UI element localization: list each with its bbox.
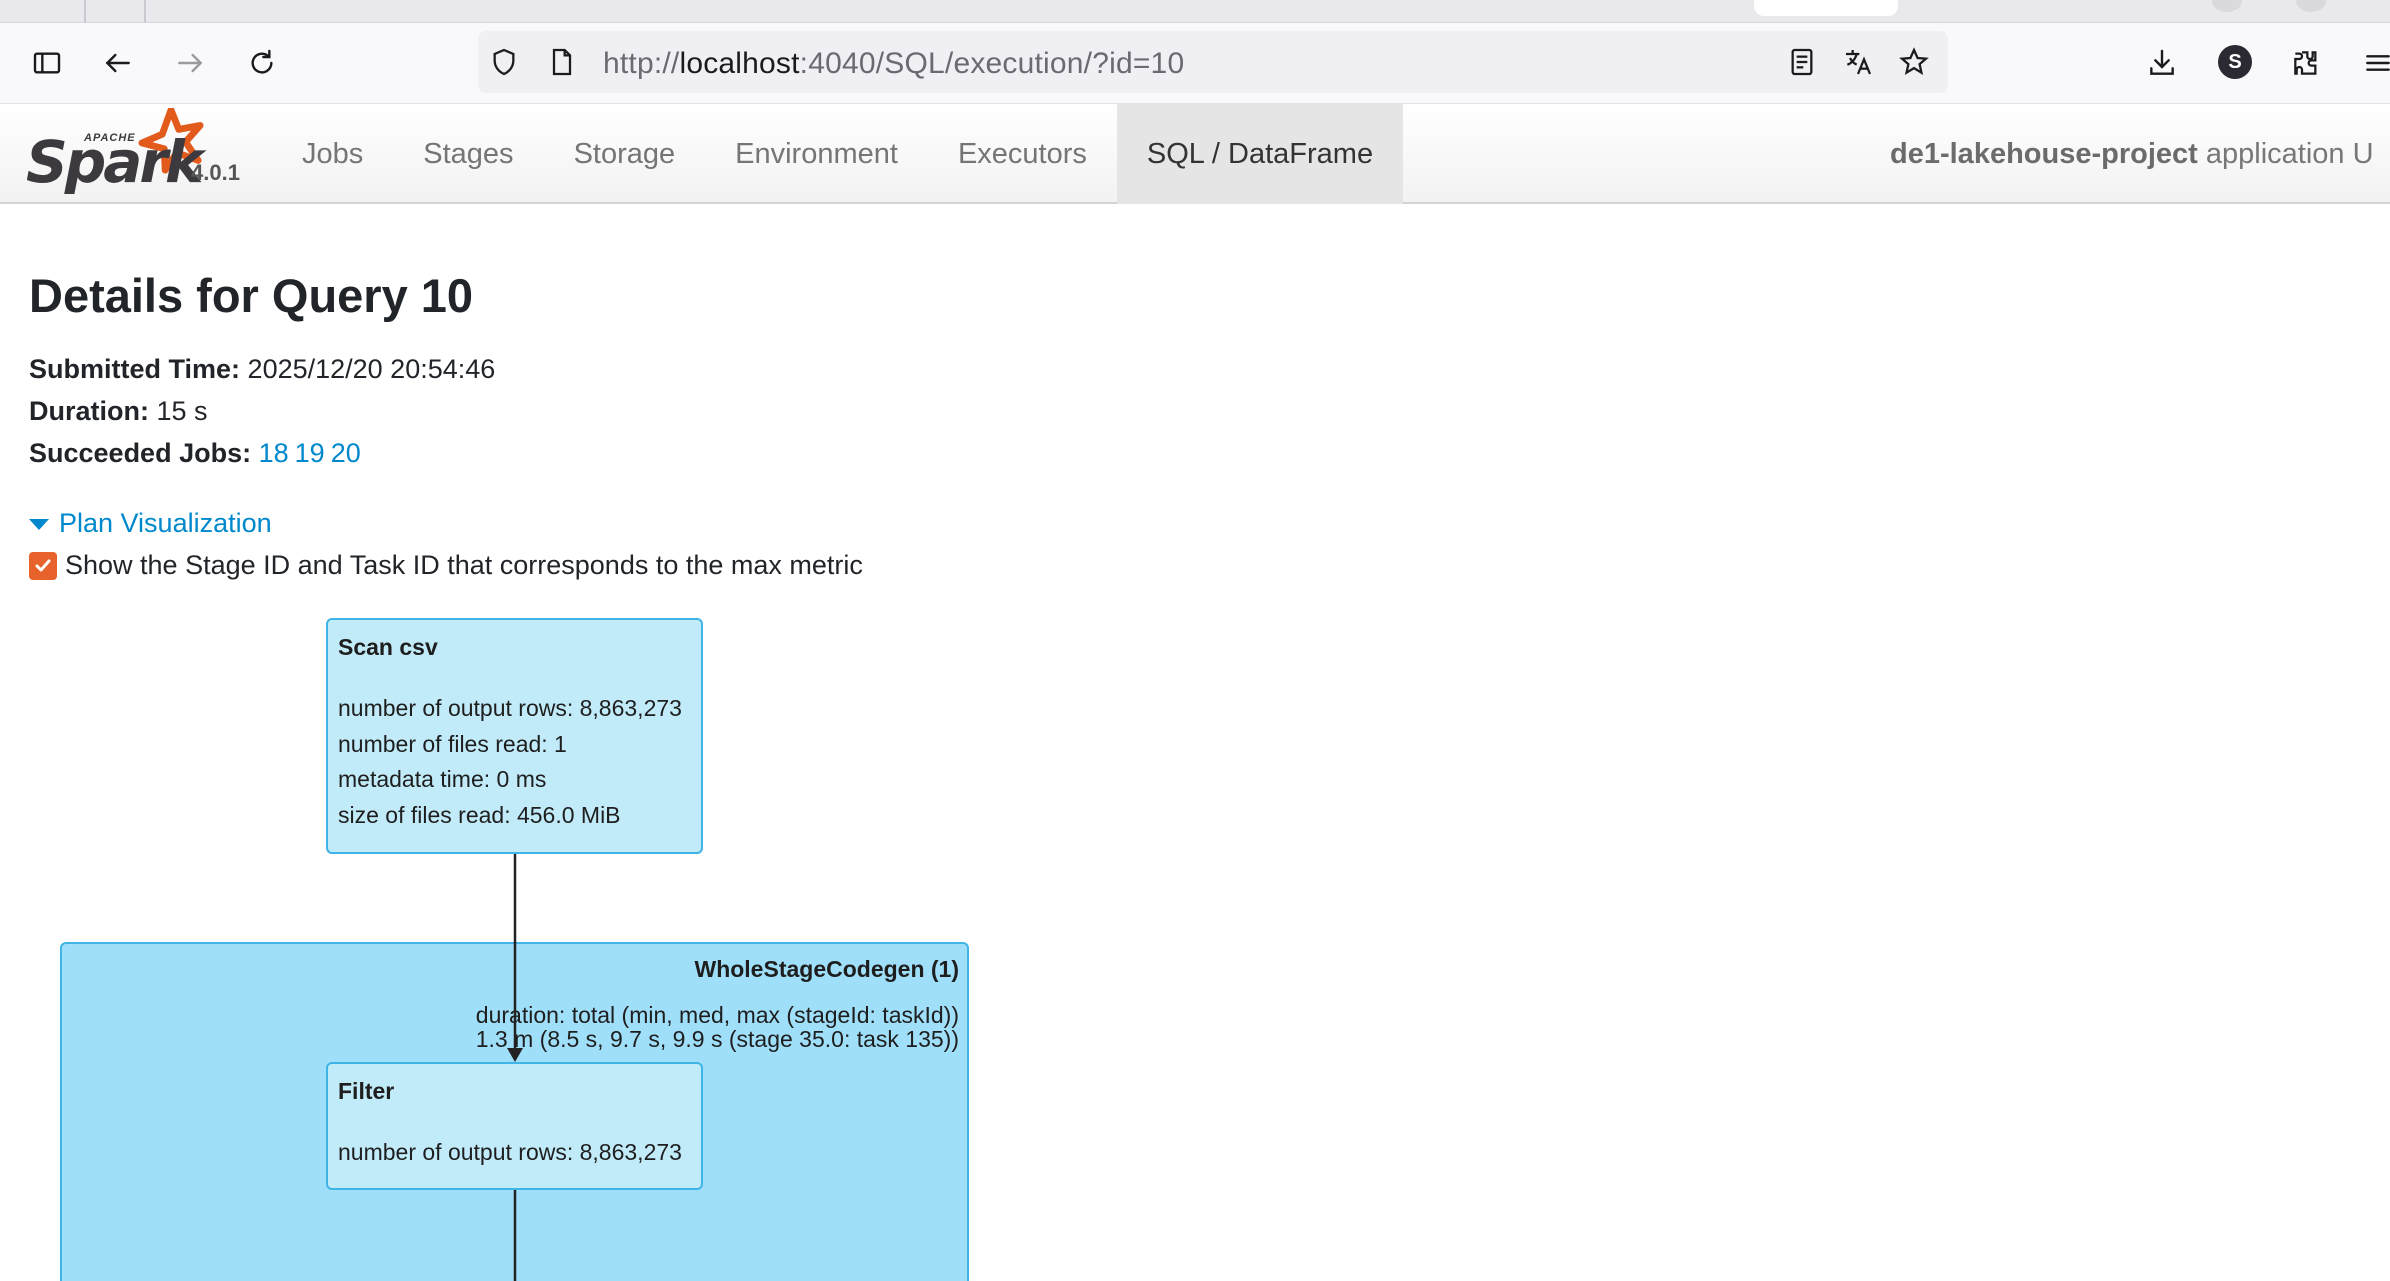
max-metric-checkbox[interactable]	[29, 551, 57, 580]
node-title: Filter	[338, 1078, 395, 1104]
bookmark-star-icon[interactable]	[1898, 46, 1930, 78]
url-scheme: http://	[603, 47, 680, 80]
tab-sql-dataframe[interactable]: SQL / DataFrame	[1116, 104, 1404, 204]
node-metric: number of output rows: 8,863,273	[338, 695, 682, 721]
page-info-icon[interactable]	[546, 46, 578, 78]
succeeded-jobs-label: Succeeded Jobs:	[29, 438, 252, 468]
reload-icon[interactable]	[242, 43, 282, 83]
logo-spark-text: Spark	[26, 128, 204, 196]
nav-tabs: Jobs Stages Storage Environment Executor…	[272, 104, 1404, 204]
translate-icon[interactable]	[1842, 46, 1874, 78]
shield-icon[interactable]	[488, 46, 520, 78]
submitted-time-label: Submitted Time:	[29, 354, 241, 384]
avatar-initial: S	[2228, 50, 2242, 73]
spark-navbar: APACHE Spark 4.0.1 Jobs Stages Storage E…	[0, 104, 2390, 204]
url-host: localhost	[679, 47, 800, 80]
window-control[interactable]	[2296, 0, 2326, 12]
node-metric: number of files read: 1	[338, 730, 567, 757]
plan-graph: Scan csv number of output rows: 8,863,27…	[0, 600, 2390, 1281]
back-icon[interactable]	[98, 43, 138, 83]
node-title: Scan csv	[338, 634, 438, 660]
checkmark-icon	[35, 559, 51, 571]
tab-storage[interactable]: Storage	[544, 104, 706, 204]
node-metric: number of output rows: 8,863,273	[338, 1139, 682, 1165]
duration-value: 15 s	[156, 396, 208, 426]
app-name: de1-lakehouse-project	[1890, 138, 2198, 170]
address-bar[interactable]: http://localhost:4040/SQL/execution/?id=…	[478, 31, 1948, 93]
submitted-time-value: 2025/12/20 20:54:46	[247, 354, 496, 384]
cluster-title: WholeStageCodegen (1)	[694, 956, 959, 982]
plan-visualization-toggle[interactable]: Plan Visualization	[29, 508, 272, 539]
spark-logo[interactable]: APACHE Spark	[26, 106, 204, 202]
duration-label: Duration:	[29, 396, 149, 426]
job-link[interactable]: 20	[331, 438, 361, 468]
reader-view-icon[interactable]	[1786, 46, 1818, 78]
max-metric-label: Show the Stage ID and Task ID that corre…	[65, 550, 863, 580]
downloads-icon[interactable]	[2142, 43, 2182, 83]
url-text[interactable]: http://localhost:4040/SQL/execution/?id=…	[603, 47, 1184, 81]
application-title: de1-lakehouse-project application U	[1890, 138, 2374, 171]
node-filter[interactable]: Filter number of output rows: 8,863,273	[326, 1062, 703, 1190]
cluster-metric: duration: total (min, med, max (stageId:…	[475, 1002, 959, 1028]
max-metric-option: Show the Stage ID and Task ID that corre…	[29, 550, 863, 581]
tab-jobs[interactable]: Jobs	[272, 104, 393, 204]
submitted-time-row: Submitted Time: 2025/12/20 20:54:46	[29, 354, 495, 385]
caret-down-icon	[29, 519, 49, 530]
extensions-icon[interactable]	[2286, 43, 2326, 83]
tab-executors[interactable]: Executors	[928, 104, 1117, 204]
job-link[interactable]: 18	[259, 438, 289, 468]
cluster-metric: 1.3 m (8.5 s, 9.7 s, 9.9 s (stage 35.0: …	[475, 1026, 959, 1052]
tab-separator	[144, 0, 146, 23]
tab-separator	[84, 0, 86, 23]
succeeded-jobs-row: Succeeded Jobs: 18 19 20	[29, 438, 367, 469]
url-path: :4040/SQL/execution/?id=10	[799, 47, 1185, 80]
browser-toolbar: http://localhost:4040/SQL/execution/?id=…	[0, 23, 2390, 104]
tab-environment[interactable]: Environment	[705, 104, 928, 204]
spark-version: 4.0.1	[191, 160, 240, 185]
job-link[interactable]: 19	[295, 438, 325, 468]
page-title: Details for Query 10	[29, 269, 474, 322]
tab-stages[interactable]: Stages	[393, 104, 543, 204]
node-metric: size of files read: 456.0 MiB	[338, 801, 621, 828]
duration-row: Duration: 15 s	[29, 396, 208, 427]
node-metric: metadata time: 0 ms	[338, 766, 547, 792]
forward-icon[interactable]	[170, 43, 210, 83]
plan-visualization-label: Plan Visualization	[59, 508, 272, 538]
sidebar-toggle-icon[interactable]	[27, 43, 67, 83]
app-suffix: application U	[2205, 138, 2374, 170]
node-scan-csv[interactable]: Scan csv number of output rows: 8,863,27…	[326, 618, 703, 854]
browser-tab-strip	[0, 0, 2390, 23]
menu-icon[interactable]	[2358, 43, 2390, 83]
window-control[interactable]	[2212, 0, 2242, 12]
browser-tab[interactable]	[1754, 0, 1898, 16]
account-avatar[interactable]: S	[2218, 45, 2252, 79]
